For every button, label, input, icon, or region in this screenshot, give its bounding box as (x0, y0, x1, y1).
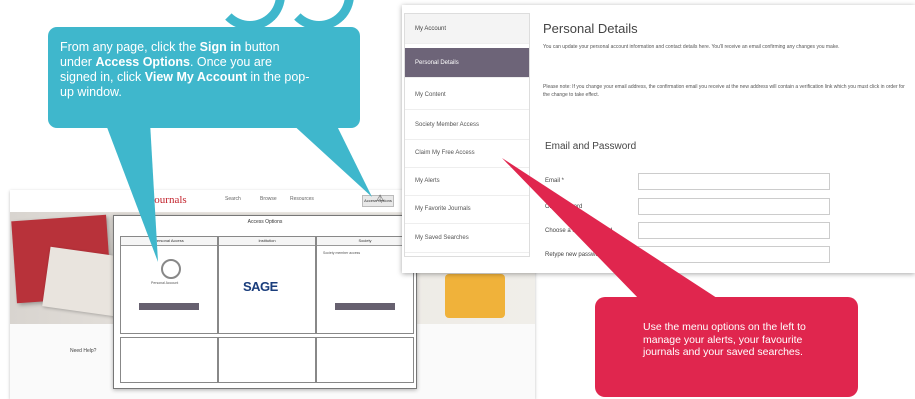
column-header: Institution (219, 237, 315, 246)
decorative-arc (215, 0, 285, 30)
personal-access-column: Personal Access Personal Account (120, 236, 218, 334)
popup-title: Access Options (247, 219, 283, 225)
intro-text: You can update your personal account inf… (543, 44, 840, 50)
menu-item-claim-free-access[interactable]: Claim My Free Access (405, 138, 529, 168)
email-field[interactable] (638, 173, 830, 190)
retype-password-field[interactable] (638, 246, 830, 263)
society-column: Society Society member access (316, 236, 414, 334)
teal-callout-tail (290, 122, 372, 197)
menu-item-saved-searches[interactable]: My Saved Searches (405, 223, 529, 253)
menu-item-favorite-journals[interactable]: My Favorite Journals (405, 194, 529, 224)
access-options-keyword: Access Options (95, 55, 190, 69)
nav-browse[interactable]: Browse (260, 196, 277, 202)
society-access-button[interactable] (335, 303, 395, 310)
old-password-label: Old Password (545, 204, 583, 210)
user-icon[interactable]: ⚠ (376, 193, 384, 204)
info-box (218, 337, 316, 383)
email-label: Email * (545, 178, 565, 184)
view-my-account-keyword: View My Account (144, 70, 247, 84)
account-name: Personal Account (151, 281, 179, 285)
help-label: Need Help? (70, 348, 97, 354)
view-my-account-button[interactable] (139, 303, 199, 310)
old-password-field[interactable] (638, 198, 830, 215)
account-menu: My Account Personal Details My Content S… (404, 13, 530, 257)
nav-search[interactable]: Search (225, 196, 241, 202)
menu-item-my-content[interactable]: My Content (405, 80, 529, 110)
menu-item-my-alerts[interactable]: My Alerts (405, 166, 529, 196)
new-password-label: Choose a New Password (545, 228, 613, 234)
info-box (120, 337, 218, 383)
site-logo: Journals (150, 194, 187, 206)
retype-password-label: Retype new password (545, 252, 605, 258)
section-title: Email and Password (545, 141, 637, 152)
nav-resources[interactable]: Resources (290, 196, 314, 202)
teal-callout-text: From any page, click the Sign in button … (60, 40, 310, 100)
decorative-arc (284, 0, 354, 30)
page-title: Personal Details (543, 21, 638, 36)
column-header: Society (317, 237, 413, 246)
menu-item-personal-details[interactable]: Personal Details (405, 48, 529, 78)
menu-item-society-member-access[interactable]: Society Member Access (405, 110, 529, 140)
menu-header: My Account (405, 14, 529, 44)
access-options-popup: Access Options Personal Access Personal … (113, 215, 417, 389)
pink-callout-text: Use the menu options on the left to mana… (643, 321, 806, 358)
sign-in-keyword: Sign in (199, 40, 242, 54)
my-account-panel: My Account Personal Details My Content S… (402, 5, 915, 273)
avatar-icon (161, 259, 181, 279)
info-box (316, 337, 414, 383)
column-header: Personal Access (121, 237, 217, 246)
note-text: Please note: If you change your email ad… (543, 84, 905, 98)
phone-image (445, 274, 505, 318)
society-text: Society member access (323, 251, 361, 255)
sage-logo: SAGE (243, 279, 278, 294)
new-password-field[interactable] (638, 222, 830, 239)
institution-column: Institution SAGE (218, 236, 316, 334)
callout-text: From any page, click the (60, 40, 200, 54)
